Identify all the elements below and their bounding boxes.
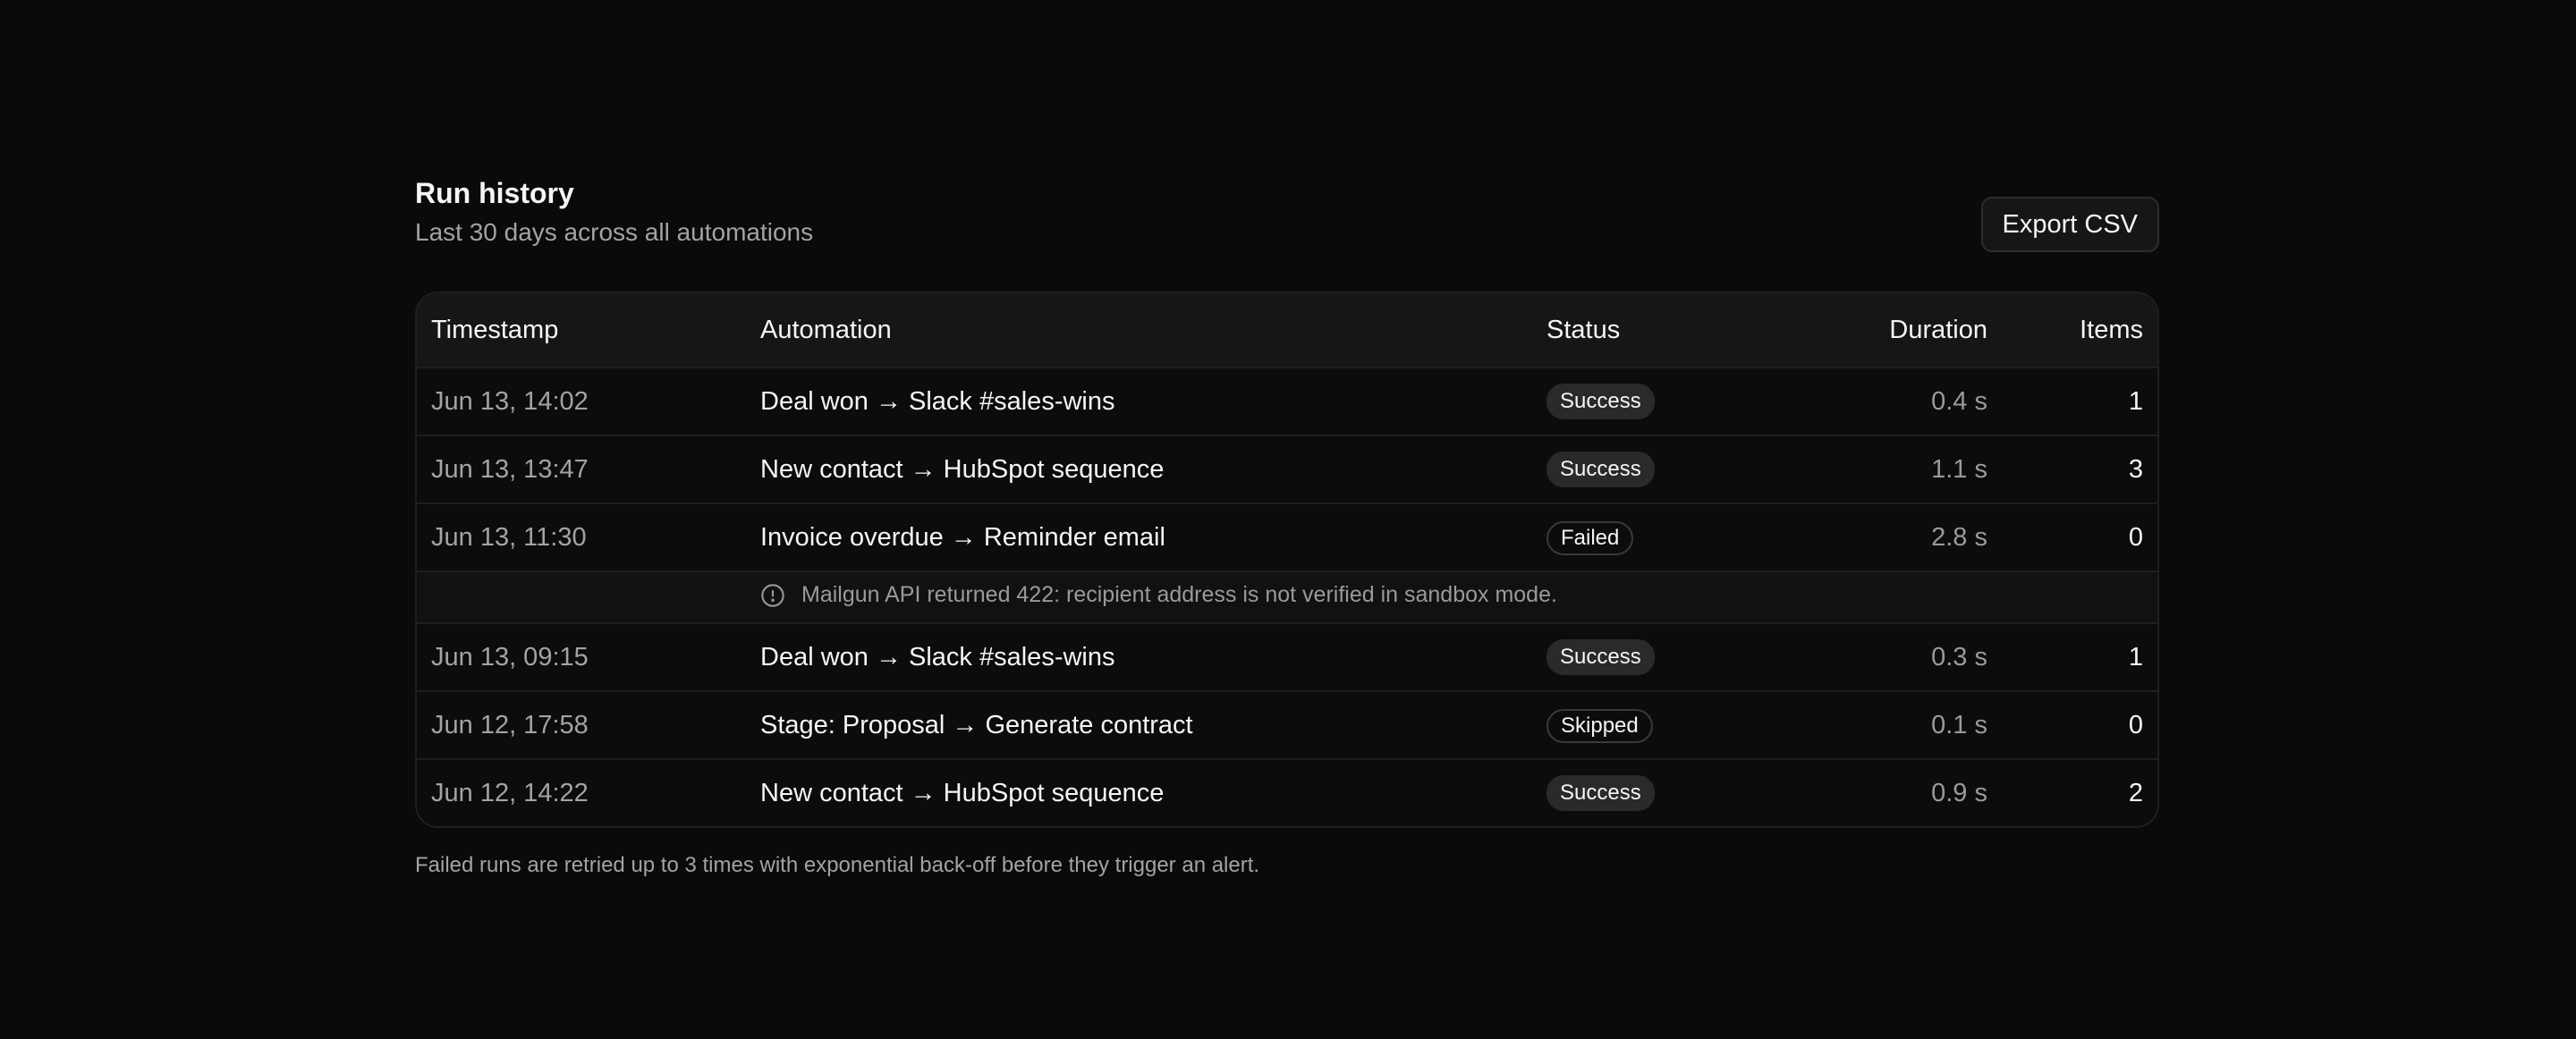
panel-header: Run history Last 30 days across all auto… — [415, 175, 2159, 265]
row-automation: Deal won → Slack #sales-wins — [760, 643, 1115, 672]
row-automation: Deal won → Slack #sales-wins — [760, 387, 1115, 416]
status-badge: Success — [1546, 639, 1655, 675]
info-circle-icon — [761, 584, 784, 607]
row-items: 1 — [2128, 387, 2143, 416]
row-timestamp: Jun 13, 13:47 — [431, 455, 589, 484]
error-detail-row: Mailgun API returned 422: recipient addr… — [417, 570, 2157, 622]
row-duration: 0.9 s — [1931, 779, 1987, 807]
table-row[interactable]: Jun 12, 14:22 New contact → HubSpot sequ… — [417, 758, 2157, 826]
run-history-panel: Run history Last 30 days across all auto… — [415, 175, 2159, 880]
table-row[interactable]: Jun 13, 11:30 Invoice overdue → Reminder… — [417, 503, 2157, 570]
error-message: Mailgun API returned 422: recipient addr… — [801, 582, 1557, 607]
status-badge: Success — [1546, 384, 1655, 419]
row-duration: 0.1 s — [1931, 711, 1987, 739]
row-duration: 1.1 s — [1931, 455, 1987, 484]
column-header-timestamp[interactable]: Timestamp — [431, 314, 558, 346]
row-items: 3 — [2128, 455, 2143, 484]
table-row[interactable]: Jun 13, 09:15 Deal won → Slack #sales-wi… — [417, 622, 2157, 690]
row-items: 2 — [2128, 779, 2143, 807]
status-badge: Success — [1546, 775, 1655, 811]
status-badge-cell: Success — [1546, 775, 1655, 811]
page-subtitle: Last 30 days across all automations — [415, 218, 814, 246]
column-header-automation[interactable]: Automation — [760, 314, 892, 346]
status-badge-cell: Success — [1546, 452, 1655, 487]
row-timestamp: Jun 12, 17:58 — [431, 711, 589, 739]
export-csv-button[interactable]: Export CSV — [1980, 197, 2159, 252]
table-row[interactable]: Jun 13, 13:47 New contact → HubSpot sequ… — [417, 435, 2157, 503]
row-items: 1 — [2128, 643, 2143, 672]
column-header-duration[interactable]: Duration — [1889, 314, 1987, 346]
page-title: Run history — [415, 177, 574, 209]
row-duration: 2.8 s — [1931, 523, 1987, 552]
row-timestamp: Jun 13, 14:02 — [431, 387, 589, 416]
row-automation: New contact → HubSpot sequence — [760, 455, 1165, 484]
row-timestamp: Jun 13, 09:15 — [431, 643, 589, 672]
status-badge-cell: Failed — [1546, 520, 1634, 555]
status-badge-cell: Success — [1546, 384, 1655, 419]
row-automation: New contact → HubSpot sequence — [760, 779, 1165, 807]
status-badge-cell: Success — [1546, 639, 1655, 675]
table-row[interactable]: Jun 13, 14:02 Deal won → Slack #sales-wi… — [417, 367, 2157, 435]
row-automation: Stage: Proposal → Generate contract — [760, 711, 1193, 739]
column-header-status[interactable]: Status — [1546, 314, 1620, 346]
row-items: 0 — [2128, 523, 2143, 552]
table-header-row: Timestamp Automation Status Duration Ite… — [417, 293, 2157, 367]
status-badge: Success — [1546, 452, 1655, 487]
status-badge: Skipped — [1546, 708, 1653, 743]
status-badge: Failed — [1546, 520, 1634, 555]
row-items: 0 — [2128, 711, 2143, 739]
row-automation: Invoice overdue → Reminder email — [760, 523, 1165, 552]
row-timestamp: Jun 13, 11:30 — [431, 523, 587, 552]
status-badge-cell: Skipped — [1546, 708, 1653, 743]
column-header-items[interactable]: Items — [2080, 314, 2143, 346]
run-history-table: Timestamp Automation Status Duration Ite… — [415, 291, 2159, 828]
footnote: Failed runs are retried up to 3 times wi… — [415, 853, 1260, 877]
row-duration: 0.4 s — [1931, 387, 1987, 416]
row-duration: 0.3 s — [1931, 643, 1987, 672]
table-row[interactable]: Jun 12, 17:58 Stage: Proposal → Generate… — [417, 690, 2157, 758]
row-timestamp: Jun 12, 14:22 — [431, 779, 589, 807]
